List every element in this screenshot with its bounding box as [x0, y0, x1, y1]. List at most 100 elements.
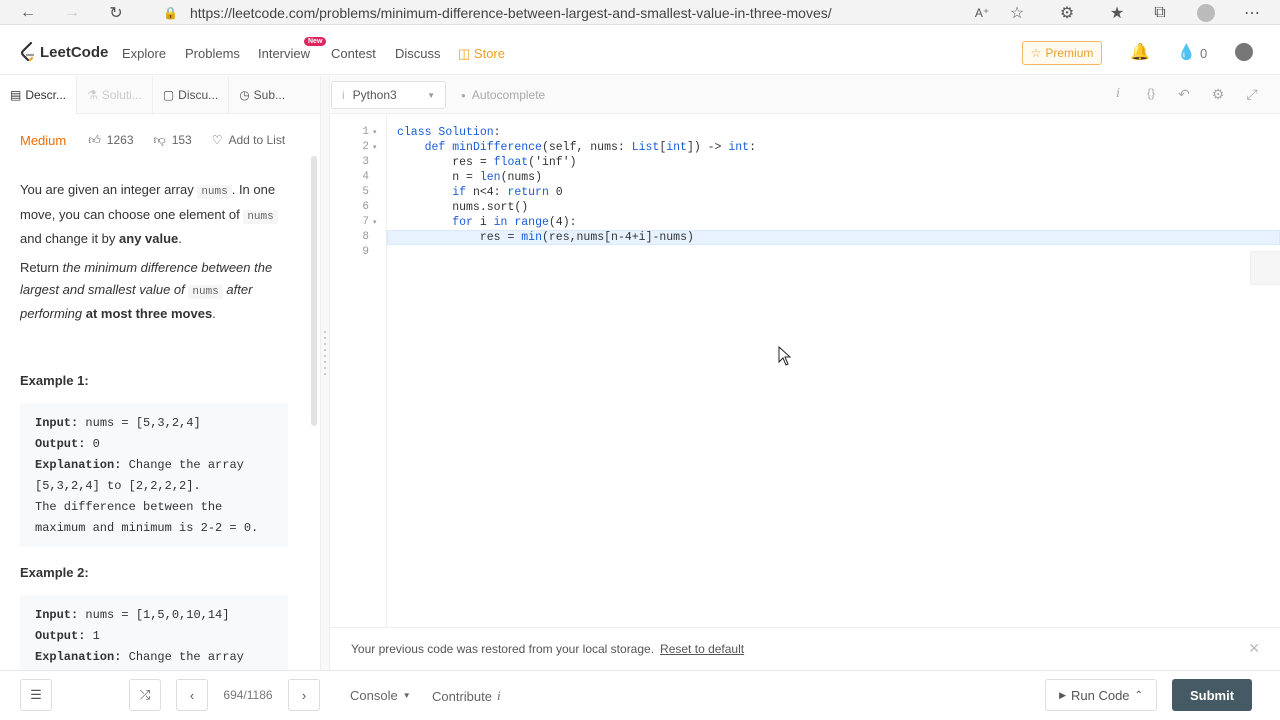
panel-splitter[interactable] [320, 76, 330, 671]
mouse-cursor-icon [778, 346, 792, 366]
description-icon: ▤ [10, 87, 22, 102]
settings-icon[interactable]: ⚙ [1209, 86, 1227, 103]
back-icon[interactable]: ← [14, 0, 42, 25]
user-avatar-icon[interactable] [1235, 43, 1253, 61]
address-bar[interactable]: 🔒 https://leetcode.com/problems/minimum-… [145, 0, 1045, 25]
problem-list-button[interactable]: ☰ [20, 679, 52, 711]
braces-icon[interactable]: {} [1142, 86, 1160, 100]
fold-arrow-icon[interactable]: ▾ [373, 125, 377, 140]
nav-explore[interactable]: Explore [122, 46, 166, 61]
reset-icon[interactable]: ↶ [1175, 86, 1193, 103]
profile-icon[interactable] [1192, 0, 1220, 25]
run-code-button[interactable]: ▶ Run Code ⌃ [1045, 679, 1157, 711]
code-line[interactable]: def minDifference(self, nums: List[int])… [397, 140, 756, 155]
star-icon: ☆ [1030, 46, 1042, 60]
code-line[interactable]: res = float('inf') [397, 155, 576, 170]
next-problem-button[interactable]: › [288, 679, 320, 711]
tab-submissions[interactable]: ◷ Sub... [229, 76, 295, 114]
thumbs-down-icon: 👎︎ [153, 132, 166, 147]
code-editor[interactable]: 1 ▾ 2 ▾ 3 4 5 6 7 ▾ 8 9 class Solution: def minDiff… [331, 115, 1280, 627]
example-1-box: Input: nums = [5,3,2,4] Output: 0 Explan… [20, 403, 288, 547]
fullscreen-icon[interactable]: ⤢ [1243, 86, 1261, 103]
nav-contest[interactable]: Contest [331, 46, 376, 61]
code-line[interactable]: class Solution: [397, 125, 501, 140]
autocomplete-toggle[interactable]: ● Autocomplete [461, 88, 545, 102]
collections-icon[interactable]: ⧉ [1146, 0, 1174, 25]
nav-interview[interactable]: Interview [258, 46, 310, 61]
bell-icon[interactable]: 🔔 [1130, 42, 1150, 62]
leetcode-logo[interactable]: LeetCode [20, 42, 108, 62]
console-button[interactable]: Console ▼ [350, 688, 411, 703]
line-gutter: 1 ▾ 2 ▾ 3 4 5 6 7 ▾ 8 9 [331, 115, 387, 627]
dislike-button[interactable]: 👎︎ 153 [154, 133, 192, 148]
nav-problems[interactable]: Problems [185, 46, 240, 61]
contribute-button[interactable]: Contribute i [432, 688, 501, 704]
heart-icon: ♡ [211, 133, 223, 147]
info-icon: i [496, 688, 501, 703]
problem-description: You are given an integer array nums. In … [20, 179, 295, 250]
problem-counter: 694/1186 [223, 688, 273, 702]
like-button[interactable]: 👍︎ 1263 [88, 133, 133, 148]
side-panel-toggle[interactable] [1250, 251, 1280, 285]
line-number: 4 [362, 171, 369, 183]
nav-store[interactable]: ◫ Store [458, 46, 505, 62]
description-scrollbar[interactable] [311, 156, 317, 426]
tab-solution[interactable]: ⚗ Soluti... [77, 75, 153, 114]
tab-solution-label: Soluti... [101, 87, 142, 102]
extensions-icon[interactable]: ⚙ [1053, 0, 1081, 25]
close-icon[interactable]: ✕ [1248, 640, 1260, 657]
refresh-icon[interactable]: ↻ [102, 0, 130, 25]
code-line[interactable]: nums.sort() [397, 200, 528, 215]
favorite-add-icon[interactable]: ☆ [1003, 0, 1031, 25]
leetcode-logo-icon [20, 42, 35, 62]
console-label: Console [350, 688, 398, 703]
example-2-title: Example 2: [20, 565, 89, 580]
points-count: 0 [1200, 46, 1208, 61]
code-line[interactable]: n = len(nums) [397, 170, 542, 185]
browser-toolbar: ← → ↻ 🔒 https://leetcode.com/problems/mi… [0, 0, 1280, 25]
info-icon[interactable]: i [1109, 86, 1127, 102]
tab-submissions-label: Sub... [253, 87, 286, 102]
store-icon: ◫ [458, 46, 471, 61]
line-number: 3 [362, 156, 369, 168]
restore-notice: Your previous code was restored from you… [331, 627, 1280, 669]
site-navbar: LeetCode Explore Problems Interview New … [0, 30, 1280, 75]
read-aloud-icon[interactable]: A⁺ [968, 0, 996, 25]
new-badge: New [304, 37, 327, 46]
line-number: 8 [362, 231, 369, 243]
shuffle-icon: ⤮ [139, 687, 151, 702]
flask-icon: ⚗ [87, 87, 98, 102]
add-to-list-button[interactable]: ♡ Add to List [212, 133, 285, 147]
fold-arrow-icon[interactable]: ▾ [373, 215, 377, 230]
fold-arrow-icon[interactable]: ▾ [373, 140, 377, 155]
reset-to-default-link[interactable]: Reset to default [660, 642, 744, 656]
dot-icon: ● [461, 90, 466, 100]
chevron-down-icon: ▼ [427, 90, 435, 100]
run-code-label: Run Code [1070, 687, 1130, 703]
contribute-label: Contribute [432, 688, 492, 704]
tab-description[interactable]: ▤ Descr... [0, 75, 78, 114]
chevron-up-icon: ⌃ [1134, 689, 1143, 701]
forward-icon[interactable]: → [58, 0, 86, 25]
favorites-icon[interactable]: ★ [1103, 0, 1131, 25]
likes-count: 1263 [106, 133, 134, 147]
chevron-left-icon: ‹ [189, 687, 195, 703]
submit-button[interactable]: Submit [1172, 679, 1252, 711]
prev-problem-button[interactable]: ‹ [176, 679, 208, 711]
tab-discuss[interactable]: ▢ Discu... [153, 75, 230, 114]
premium-button[interactable]: ☆ Premium [1022, 41, 1102, 65]
premium-label: Premium [1045, 46, 1094, 60]
code-line[interactable]: if n<4: return 0 [397, 185, 562, 200]
points-icon[interactable]: 💧 [1177, 43, 1196, 61]
random-problem-button[interactable]: ⤮ [129, 679, 161, 711]
nav-discuss[interactable]: Discuss [395, 46, 441, 61]
code-line[interactable]: for i in range(4): [397, 215, 576, 230]
code-line[interactable]: res = min(res,nums[n-4+i]-nums) [397, 230, 694, 245]
language-select[interactable]: i Python3 ▼ [331, 81, 446, 109]
tab-description-label: Descr... [25, 87, 67, 102]
add-to-list-label: Add to List [228, 133, 286, 147]
line-number: 5 [362, 186, 369, 198]
difficulty-label: Medium [20, 132, 67, 148]
more-icon[interactable]: ⋯ [1238, 0, 1266, 25]
store-label: Store [473, 46, 505, 61]
